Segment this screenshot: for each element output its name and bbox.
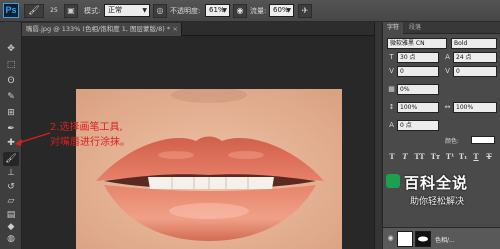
document-tab-bar: 嘴唇.jpg @ 133% (色相/饱和度 1, 图层蒙版/8) * × bbox=[22, 22, 374, 36]
brush-tool-icon[interactable]: 🖌 bbox=[3, 152, 19, 166]
subscript-button[interactable]: T₁ bbox=[458, 152, 468, 162]
lips-image bbox=[76, 89, 342, 249]
annotation-line-2: 对嘴唇进行涂抹。 bbox=[50, 137, 130, 148]
watermark-badge-icon bbox=[386, 174, 400, 188]
panel-tabs: 字符 段落 bbox=[383, 22, 500, 34]
horizontal-scale-icon: ↔ bbox=[444, 103, 451, 111]
annotation-arrow bbox=[15, 132, 51, 146]
font-style-select[interactable]: Bold bbox=[451, 38, 497, 49]
kerning-icon: V bbox=[389, 67, 394, 75]
airbrush-icon[interactable]: ✈ bbox=[298, 4, 312, 18]
photoshop-logo: Ps bbox=[3, 3, 19, 18]
font-family-select[interactable]: 微软雅黑 CN bbox=[387, 38, 447, 49]
font-size-input[interactable]: 30 点 bbox=[397, 52, 439, 63]
chevron-down-icon: ▼ bbox=[286, 7, 291, 14]
crop-tool-icon[interactable]: ⊞ bbox=[3, 106, 19, 120]
document-tab[interactable]: 嘴唇.jpg @ 133% (色相/饱和度 1, 图层蒙版/8) * × bbox=[22, 23, 182, 36]
mode-label: 模式: bbox=[84, 7, 101, 15]
tsume-icon: ▦ bbox=[388, 85, 395, 93]
quick-select-tool-icon[interactable]: ✎ bbox=[3, 90, 19, 104]
flow-input[interactable]: 60% ▼ bbox=[269, 4, 294, 17]
vertical-scale-icon: ↕ bbox=[388, 103, 395, 111]
chevron-down-icon: ▼ bbox=[142, 7, 147, 14]
vertical-scale-input[interactable]: 100% bbox=[397, 102, 439, 113]
superscript-button[interactable]: T¹ bbox=[445, 152, 455, 162]
lasso-tool-icon[interactable]: ʘ bbox=[3, 74, 19, 88]
history-brush-tool-icon[interactable]: ↺ bbox=[3, 180, 19, 194]
eraser-tool-icon[interactable]: ▱ bbox=[3, 194, 19, 208]
clone-stamp-tool-icon[interactable]: ⊥ bbox=[3, 166, 19, 180]
tab-character[interactable]: 字符 bbox=[383, 22, 404, 34]
options-bar: Ps 🖌 25 ▣ 模式: 正常 ▼ ◎ 不透明度: 61% ▼ ◉ 流量: 60%… bbox=[0, 0, 500, 22]
faux-bold-button[interactable]: T bbox=[387, 152, 397, 162]
watermark-subtitle: 助你轻松解决 bbox=[410, 197, 465, 207]
layer-mask-thumbnail[interactable] bbox=[415, 231, 431, 247]
leading-icon: A bbox=[445, 53, 450, 61]
horizontal-scale-input[interactable]: 100% bbox=[453, 102, 497, 113]
flow-label: 流量: bbox=[250, 7, 267, 15]
mask-lips-icon bbox=[418, 236, 428, 242]
mode-value: 正常 bbox=[108, 6, 122, 14]
faux-italic-button[interactable]: T bbox=[400, 152, 410, 162]
underline-button[interactable]: T bbox=[471, 152, 481, 162]
pressure-opacity-icon[interactable]: ◎ bbox=[153, 4, 167, 18]
text-color-swatch[interactable] bbox=[471, 136, 495, 144]
brush-panel-icon[interactable]: ▣ bbox=[64, 4, 78, 18]
annotation-line-1: 2.选择画笔工具, bbox=[50, 122, 123, 133]
font-size-icon: T bbox=[389, 53, 394, 61]
opacity-input[interactable]: 61% ▼ bbox=[205, 4, 230, 17]
strikethrough-button[interactable]: T bbox=[484, 152, 494, 162]
small-caps-button[interactable]: Tт bbox=[429, 152, 442, 162]
baseline-shift-input[interactable]: 0 点 bbox=[397, 120, 439, 131]
pressure-size-icon[interactable]: ◉ bbox=[233, 4, 247, 18]
tsume-input[interactable]: 0% bbox=[397, 84, 439, 95]
document-tab-title: 嘴唇.jpg @ 133% (色相/饱和度 1, 图层蒙版/8) * bbox=[26, 25, 171, 33]
close-icon[interactable]: × bbox=[173, 23, 178, 36]
brush-tool-icon[interactable]: 🖌 bbox=[24, 4, 44, 18]
annotation-text: 2.选择画笔工具, 对嘴唇进行涂抹。 bbox=[50, 120, 130, 150]
lips-photo[interactable] bbox=[76, 89, 342, 249]
layer-row[interactable]: ◉ 色相/... bbox=[383, 227, 500, 249]
mode-select[interactable]: 正常 ▼ bbox=[104, 4, 150, 17]
adjustment-thumbnail bbox=[397, 231, 413, 247]
opacity-label: 不透明度: bbox=[170, 7, 201, 15]
watermark: 百科全说 助你轻松解决 bbox=[378, 172, 484, 226]
layer-name[interactable]: 色相/... bbox=[435, 235, 455, 244]
tracking-icon: V bbox=[445, 67, 450, 75]
all-caps-button[interactable]: TT bbox=[413, 152, 426, 162]
move-tool-icon[interactable]: ✥ bbox=[3, 42, 19, 56]
brush-size-value[interactable]: 25 bbox=[47, 4, 61, 18]
marquee-tool-icon[interactable]: ⬚ bbox=[3, 58, 19, 72]
watermark-title: 百科全说 bbox=[404, 174, 469, 192]
color-label: 颜色: bbox=[445, 138, 460, 145]
tracking-input[interactable]: 0 bbox=[453, 66, 497, 77]
kerning-input[interactable]: 0 bbox=[397, 66, 439, 77]
tab-paragraph[interactable]: 段落 bbox=[405, 22, 425, 34]
eye-icon[interactable]: ◉ bbox=[386, 234, 395, 243]
dodge-tool-icon[interactable]: ◍ bbox=[3, 232, 19, 246]
leading-input[interactable]: 24 点 bbox=[453, 52, 497, 63]
baseline-shift-icon: A bbox=[389, 121, 394, 129]
chevron-down-icon: ▼ bbox=[222, 7, 227, 14]
